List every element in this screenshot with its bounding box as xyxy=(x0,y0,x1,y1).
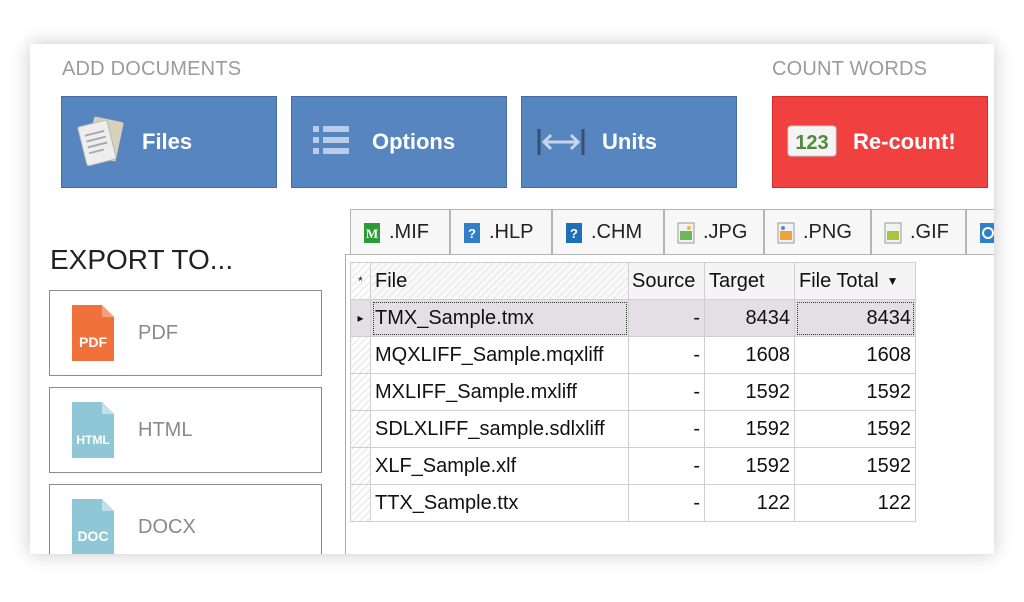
tab-gif-label: .GIF xyxy=(910,221,949,243)
cell-total[interactable]: 1592 xyxy=(794,410,916,448)
web-file-icon xyxy=(980,222,994,243)
cell-target[interactable]: 1592 xyxy=(704,373,795,411)
cell-target[interactable]: 1608 xyxy=(704,336,795,374)
tab-chm-label: .CHM xyxy=(591,221,643,243)
sort-descending-icon: ▼ xyxy=(886,274,899,289)
results-grid-area: * File Source Target File Total ▼ ▸ TMX_S… xyxy=(345,254,994,554)
cell-target[interactable]: 1592 xyxy=(704,410,795,448)
export-docx-label: DOCX xyxy=(138,515,196,538)
html-icon-text: HTML xyxy=(76,433,109,447)
width-arrows-icon xyxy=(534,115,588,169)
tab-hlp-label: .HLP xyxy=(489,221,534,243)
column-header-target[interactable]: Target xyxy=(704,262,795,300)
files-button-label: Files xyxy=(142,129,193,154)
table-row[interactable]: SDLXLIFF_sample.sdlxliff - 1592 1592 xyxy=(350,410,916,448)
counter-icon-text: 123 xyxy=(795,132,828,154)
app-window: ADD DOCUMENTS COUNT WORDS Files Options xyxy=(30,44,994,554)
row-header xyxy=(350,373,371,411)
docx-icon-text: DOC xyxy=(77,528,108,544)
cell-file[interactable]: MQXLIFF_Sample.mqxliff xyxy=(370,336,629,374)
word-count-table: * File Source Target File Total ▼ ▸ TMX_S… xyxy=(350,262,916,522)
units-button[interactable]: Units xyxy=(521,96,737,188)
row-header xyxy=(350,410,371,448)
tab-mif[interactable]: M .MIF xyxy=(350,209,450,255)
tab-gif[interactable]: .GIF xyxy=(871,209,966,255)
help-file-icon: ? xyxy=(464,222,480,243)
export-title: EXPORT TO... xyxy=(50,244,234,275)
row-header xyxy=(350,447,371,485)
svg-text:M: M xyxy=(366,226,378,241)
column-header-source[interactable]: Source xyxy=(628,262,705,300)
cell-target[interactable]: 122 xyxy=(704,484,795,522)
column-header-file-total[interactable]: File Total ▼ xyxy=(794,262,916,300)
table-row[interactable]: MQXLIFF_Sample.mqxliff - 1608 1608 xyxy=(350,336,916,374)
table-row[interactable]: MXLIFF_Sample.mxliff - 1592 1592 xyxy=(350,373,916,411)
mif-file-icon: M xyxy=(364,222,380,243)
table-row[interactable]: ▸ TMX_Sample.tmx - 8434 8434 xyxy=(350,299,916,337)
column-header-file[interactable]: File xyxy=(370,262,629,300)
tab-png[interactable]: .PNG xyxy=(764,209,871,255)
units-button-label: Units xyxy=(602,129,657,154)
tab-png-label: .PNG xyxy=(803,221,852,243)
svg-text:?: ? xyxy=(468,226,476,241)
cell-total[interactable]: 1592 xyxy=(794,373,916,411)
cell-total[interactable]: 8434 xyxy=(794,299,916,337)
export-pdf-label: PDF xyxy=(138,321,178,344)
cell-source[interactable]: - xyxy=(628,447,705,485)
recount-button-label: Re-count! xyxy=(853,129,956,154)
export-html-label: HTML xyxy=(138,418,193,441)
export-docx-button[interactable]: DOC DOCX xyxy=(49,484,322,554)
add-documents-label: ADD DOCUMENTS xyxy=(62,58,242,80)
cell-file[interactable]: TTX_Sample.ttx xyxy=(370,484,629,522)
svg-text:?: ? xyxy=(570,226,578,241)
export-pdf-button[interactable]: PDF PDF xyxy=(49,290,322,376)
pdf-file-icon: PDF xyxy=(68,303,118,363)
format-tabs: M .MIF ? .HLP ? .CHM .JPG .PNG .GIF xyxy=(350,209,994,255)
cell-total[interactable]: 1592 xyxy=(794,447,916,485)
cell-total[interactable]: 122 xyxy=(794,484,916,522)
cell-file[interactable]: SDLXLIFF_sample.sdlxliff xyxy=(370,410,629,448)
cell-file[interactable]: XLF_Sample.xlf xyxy=(370,447,629,485)
cell-source[interactable]: - xyxy=(628,299,705,337)
cell-source[interactable]: - xyxy=(628,484,705,522)
recount-button[interactable]: 123 Re-count! xyxy=(772,96,988,188)
header-marker: * xyxy=(350,262,371,300)
column-header-file-total-label: File Total xyxy=(799,269,879,292)
gif-file-icon xyxy=(884,222,902,243)
docx-file-icon: DOC xyxy=(68,497,118,554)
files-button[interactable]: Files xyxy=(61,96,277,188)
options-button[interactable]: Options xyxy=(291,96,507,188)
cell-target[interactable]: 1592 xyxy=(704,447,795,485)
html-file-icon: HTML xyxy=(68,400,118,460)
counter-123-icon: 123 xyxy=(785,115,839,169)
chm-file-icon: ? xyxy=(566,222,582,243)
pdf-icon-text: PDF xyxy=(79,334,107,350)
options-button-label: Options xyxy=(372,129,456,154)
table-row[interactable]: XLF_Sample.xlf - 1592 1592 xyxy=(350,447,916,485)
cell-source[interactable]: - xyxy=(628,410,705,448)
tab-chm[interactable]: ? .CHM xyxy=(552,209,664,255)
jpg-file-icon xyxy=(677,222,695,243)
list-options-icon xyxy=(304,115,358,169)
current-row-marker-icon: ▸ xyxy=(350,299,371,337)
tab-jpg-label: .JPG xyxy=(703,221,748,243)
cell-source[interactable]: - xyxy=(628,336,705,374)
row-header xyxy=(350,484,371,522)
row-header xyxy=(350,336,371,374)
cell-source[interactable]: - xyxy=(628,373,705,411)
cell-file[interactable]: MXLIFF_Sample.mxliff xyxy=(370,373,629,411)
tab-mif-label: .MIF xyxy=(389,221,429,243)
cell-target[interactable]: 8434 xyxy=(704,299,795,337)
count-words-label: COUNT WORDS xyxy=(772,58,928,80)
tab-hlp[interactable]: ? .HLP xyxy=(450,209,552,255)
table-row[interactable]: TTX_Sample.ttx - 122 122 xyxy=(350,484,916,522)
tab-jpg[interactable]: .JPG xyxy=(664,209,764,255)
tab-more[interactable] xyxy=(966,209,994,255)
cell-total[interactable]: 1608 xyxy=(794,336,916,374)
png-file-icon xyxy=(777,222,795,243)
export-html-button[interactable]: HTML HTML xyxy=(49,387,322,473)
cell-file[interactable]: TMX_Sample.tmx xyxy=(370,299,629,337)
documents-icon xyxy=(74,115,128,169)
